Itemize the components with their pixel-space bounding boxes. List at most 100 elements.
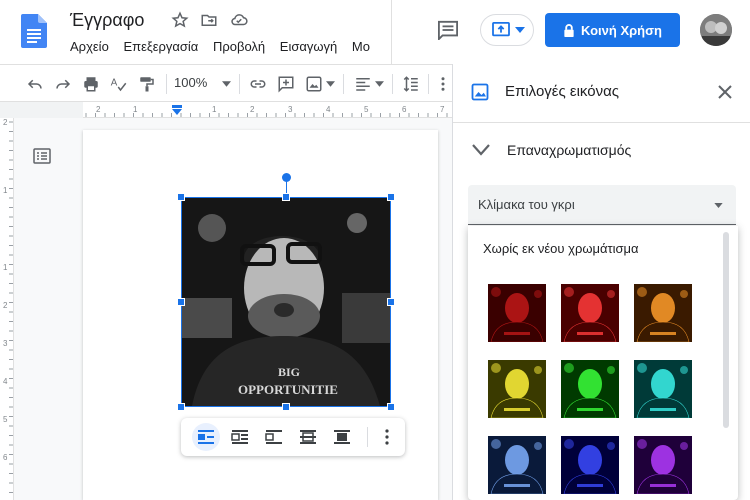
comment-history-icon[interactable] (437, 20, 459, 40)
toolbar-divider (166, 74, 167, 94)
resize-handle-n[interactable] (282, 193, 290, 201)
ruler-ticks (0, 102, 448, 118)
insert-image-icon[interactable] (305, 75, 323, 93)
docs-window: { "doc": {"title": "Έγγραφο"}, "menu": [… (0, 0, 750, 500)
recolor-swatch-yellow[interactable] (488, 360, 546, 418)
insert-link-icon[interactable] (249, 75, 267, 93)
close-icon[interactable] (718, 85, 732, 99)
recolor-menu: Χωρίς εκ νέου χρωμάτισμα (468, 226, 738, 500)
zoom-select[interactable]: 100% (174, 75, 207, 90)
swatch-preview (488, 436, 546, 494)
recolor-swatch-blue-light[interactable] (488, 436, 546, 494)
align-chevron-icon[interactable] (375, 81, 384, 87)
ruler-label: 5 (364, 105, 369, 114)
line-spacing-icon[interactable] (402, 75, 420, 93)
account-avatar[interactable] (700, 14, 732, 46)
recolor-swatch-teal[interactable] (634, 360, 692, 418)
more-vert-icon[interactable] (434, 75, 452, 93)
redo-icon[interactable] (54, 75, 72, 93)
vruler-label: 1 (3, 186, 8, 195)
swatch-preview (561, 360, 619, 418)
menu-scrollbar[interactable] (723, 232, 729, 428)
vruler-label: 6 (3, 453, 8, 462)
ruler-label: 6 (402, 105, 407, 114)
panel-divider (453, 122, 750, 123)
break-text-button[interactable] (260, 423, 288, 451)
vruler-label: 3 (3, 339, 8, 348)
in-front-of-text-button[interactable] (328, 423, 356, 451)
star-icon[interactable] (171, 11, 189, 29)
ruler-label: 1 (133, 105, 138, 114)
recolor-swatch-orange[interactable] (634, 284, 692, 342)
recolor-swatch-red-dark[interactable] (488, 284, 546, 342)
toolbar-divider (392, 74, 393, 94)
document-title[interactable]: Έγγραφο (70, 10, 144, 31)
behind-text-button[interactable] (294, 423, 322, 451)
align-left-icon[interactable] (354, 75, 372, 93)
chevron-down-icon (714, 203, 723, 208)
share-label: Κοινή Χρήση (581, 22, 662, 38)
share-button[interactable]: Κοινή Χρήση (545, 13, 680, 47)
resize-handle-nw[interactable] (177, 193, 185, 201)
wrapbar-divider (367, 427, 368, 447)
resize-handle-w[interactable] (177, 298, 185, 306)
swatch-preview (634, 284, 692, 342)
menu-edit[interactable]: Επεξεργασία (123, 39, 198, 54)
toolbar-divider (239, 74, 240, 94)
rotate-handle[interactable] (282, 173, 291, 182)
zoom-value: 100% (174, 75, 208, 90)
vruler-label: 1 (3, 263, 8, 272)
spellcheck-icon[interactable]: A (110, 75, 128, 93)
menu-file[interactable]: Αρχείο (70, 39, 109, 54)
recolor-swatch-purple[interactable] (634, 436, 692, 494)
present-button[interactable] (480, 14, 534, 46)
recolor-section-title[interactable]: Επαναχρωματισμός (507, 142, 631, 158)
swatch-preview (561, 436, 619, 494)
recolor-swatch-green[interactable] (561, 360, 619, 418)
horizontal-ruler[interactable]: 2 1 1 2 3 4 5 6 7 (0, 102, 452, 118)
chevron-expand-icon[interactable] (472, 144, 490, 156)
behind-text-icon (300, 430, 316, 444)
docs-logo-icon[interactable] (21, 14, 47, 48)
resize-handle-s[interactable] (282, 403, 290, 411)
portrait-photo: BIG OPPORTUNITIE (182, 198, 390, 406)
vruler-label: 4 (3, 377, 8, 386)
cloud-saved-icon[interactable] (230, 11, 248, 29)
image-chevron-icon[interactable] (326, 81, 335, 87)
document-outline-icon[interactable] (33, 148, 51, 164)
vertical-ruler[interactable]: 2 1 1 2 3 4 5 6 (0, 118, 14, 500)
undo-icon[interactable] (26, 75, 44, 93)
paint-format-icon[interactable] (138, 75, 156, 93)
move-folder-icon[interactable] (200, 11, 218, 29)
recolor-swatch-blue[interactable] (561, 436, 619, 494)
no-recolor-option[interactable]: Χωρίς εκ νέου χρωμάτισμα (483, 241, 639, 256)
resize-handle-se[interactable] (387, 403, 395, 411)
vruler-label: 2 (3, 301, 8, 310)
resize-handle-ne[interactable] (387, 193, 395, 201)
more-vert-icon (385, 429, 389, 445)
selected-image[interactable]: BIG OPPORTUNITIE (181, 197, 391, 407)
menu-insert[interactable]: Εισαγωγή (280, 39, 337, 54)
menu-format[interactable]: Μο (352, 39, 370, 54)
recolor-select[interactable]: Κλίμακα του γκρι (468, 185, 736, 225)
swatch-preview (561, 284, 619, 342)
photo-grayscale: BIG OPPORTUNITIE (182, 198, 390, 406)
recolor-swatch-red[interactable] (561, 284, 619, 342)
avatar-photo (700, 14, 732, 46)
resize-handle-sw[interactable] (177, 403, 185, 411)
menu-view[interactable]: Προβολή (213, 39, 265, 54)
indent-marker-icon[interactable] (171, 105, 183, 115)
resize-handle-e[interactable] (387, 298, 395, 306)
menu-bar: Αρχείο Επεξεργασία Προβολή Εισαγωγή Μο (70, 39, 392, 54)
zoom-chevron-icon[interactable] (222, 81, 231, 87)
add-comment-icon[interactable] (277, 75, 295, 93)
wrap-text-button[interactable] (226, 423, 254, 451)
image-options-icon (471, 83, 489, 101)
image-wrap-toolbar (181, 418, 405, 456)
wrap-text-icon (231, 430, 248, 444)
vruler-label: 5 (3, 415, 8, 424)
ruler-label: 2 (250, 105, 255, 114)
more-options-button[interactable] (373, 423, 401, 451)
inline-button[interactable] (192, 423, 220, 451)
print-icon[interactable] (82, 75, 100, 93)
